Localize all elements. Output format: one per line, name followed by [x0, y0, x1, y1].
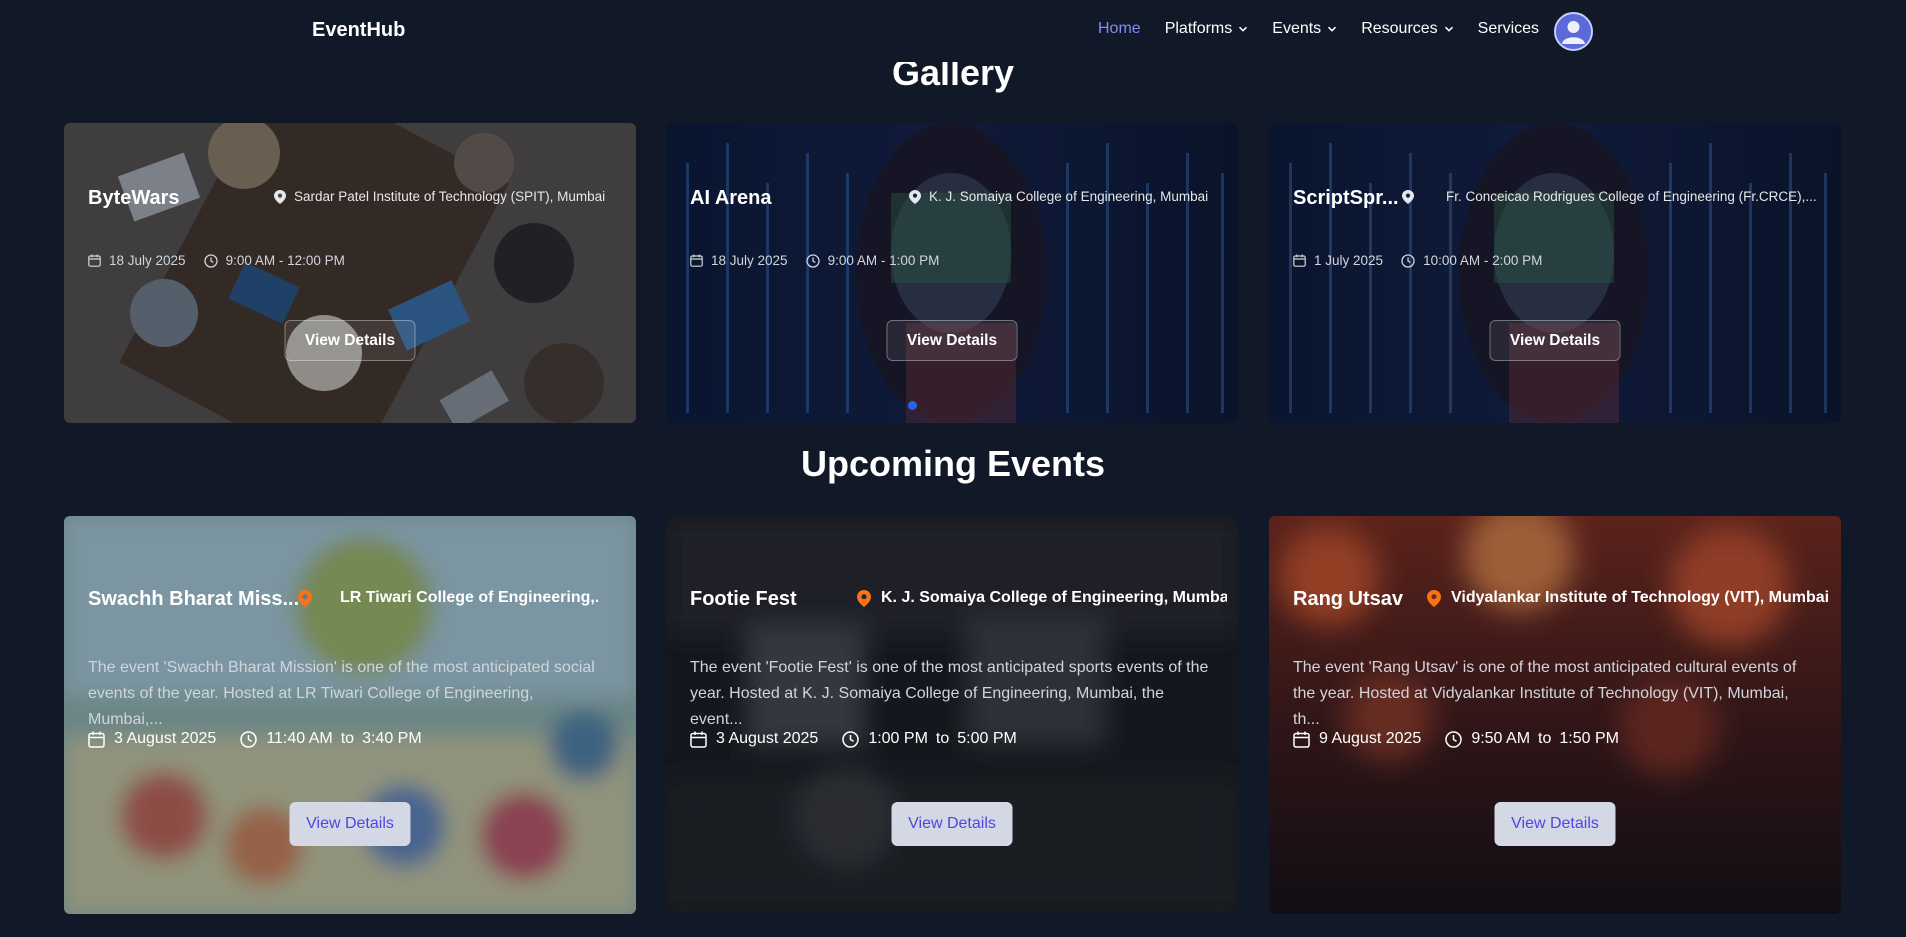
clock-icon — [1445, 730, 1463, 748]
nav-home-label: Home — [1098, 20, 1141, 37]
nav-services-label: Services — [1477, 20, 1540, 37]
gallery-card-meta: 18 July 2025 9:00 AM - 1:00 PM — [690, 253, 939, 268]
nav-services[interactable]: Services — [1478, 20, 1539, 38]
nav-links: Home Platforms Events Resources Services — [1098, 20, 1563, 38]
nav-platforms[interactable]: Platforms — [1165, 20, 1249, 38]
nav-events[interactable]: Events — [1272, 20, 1337, 38]
event-card-to: to — [1538, 730, 1552, 747]
event-card-end-time: 1:50 PM — [1559, 730, 1619, 747]
gallery-card-time: 9:00 AM - 1:00 PM — [827, 253, 940, 268]
event-card-description: The event 'Swachh Bharat Mission' is one… — [88, 659, 595, 728]
nav-resources[interactable]: Resources — [1361, 20, 1453, 38]
nav-home[interactable]: Home — [1098, 20, 1141, 38]
gallery-card-location: Sardar Patel Institute of Technology (SP… — [274, 189, 624, 204]
view-details-button[interactable]: View Details — [284, 320, 416, 361]
nav-events-label: Events — [1272, 20, 1322, 37]
gallery-card-time: 9:00 AM - 12:00 PM — [225, 253, 345, 268]
clock-icon — [1401, 253, 1415, 268]
gallery-card-location-text: K. J. Somaiya College of Engineering, Mu… — [929, 189, 1209, 204]
view-details-button[interactable]: View Details — [1489, 320, 1621, 361]
gallery-card-date: 1 July 2025 — [1314, 253, 1384, 268]
location-pin-icon — [298, 589, 312, 607]
event-card-location-text: Vidyalankar Institute of Technology (VIT… — [1451, 589, 1830, 606]
event-card-description: The event 'Rang Utsav' is one of the mos… — [1293, 659, 1797, 728]
event-card-location: K. J. Somaiya College of Engineering, Mu… — [857, 589, 1227, 607]
calendar-icon — [88, 254, 101, 267]
upcoming-title: Upcoming Events — [800, 443, 1106, 484]
gallery-card-overlay — [1269, 123, 1841, 423]
gallery-card: AI Arena K. J. Somaiya College of Engine… — [666, 123, 1238, 423]
event-card-meta: 3 August 2025 1:00 PM to 5:00 PM — [690, 730, 1017, 748]
clock-icon — [240, 730, 258, 748]
brand-logo[interactable]: EventHub — [312, 19, 405, 42]
event-card-to: to — [340, 730, 355, 747]
event-card-end-time: 5:00 PM — [957, 730, 1017, 747]
gallery-card: ScriptSpr... Fr. Conceicao Rodrigues Col… — [1269, 123, 1841, 423]
gallery-card-time: 10:00 AM - 2:00 PM — [1423, 253, 1543, 268]
event-card-date: 3 August 2025 — [716, 730, 819, 747]
chevron-down-icon — [1328, 26, 1337, 32]
view-details-button[interactable]: View Details — [886, 320, 1018, 361]
user-avatar-glyph — [1556, 14, 1591, 49]
event-card-location: LR Tiwari College of Engineering,... — [298, 589, 598, 607]
event-card: Footie Fest K. J. Somaiya College of Eng… — [666, 516, 1238, 914]
calendar-icon — [690, 731, 707, 748]
view-details-button[interactable]: View Details — [891, 802, 1013, 846]
gallery-card: ByteWars Sardar Patel Institute of Techn… — [64, 123, 636, 423]
event-card-start-time: 9:50 AM — [1471, 730, 1531, 747]
gallery-card-title: ByteWars — [88, 187, 180, 209]
gallery-card-overlay — [666, 123, 1238, 423]
event-card-end-time: 3:40 PM — [362, 730, 422, 747]
event-card-to: to — [935, 730, 950, 747]
event-card-meta: 3 August 2025 11:40 AM to 3:40 PM — [88, 730, 422, 748]
event-card-title: Rang Utsav — [1293, 588, 1404, 610]
gallery-card-location-text: Sardar Patel Institute of Technology (SP… — [294, 189, 606, 204]
event-card-location-text: LR Tiwari College of Engineering,... — [340, 589, 598, 606]
event-card-meta: 9 August 2025 9:50 AM to 1:50 PM — [1293, 730, 1619, 748]
calendar-icon — [1293, 731, 1310, 748]
gallery-card-title: ScriptSpr... — [1293, 187, 1399, 209]
clock-icon — [805, 253, 820, 268]
calendar-icon — [1293, 254, 1306, 267]
gallery-card-overlay — [64, 123, 636, 423]
event-card-start-time: 1:00 PM — [868, 730, 928, 747]
location-pin-icon — [1427, 589, 1441, 607]
gallery-card-meta: 1 July 2025 10:00 AM - 2:00 PM — [1293, 253, 1542, 268]
event-card-location-text: K. J. Somaiya College of Engineering, Mu… — [881, 589, 1227, 606]
carousel-dot[interactable] — [908, 401, 917, 410]
event-card: Swachh Bharat Miss... LR Tiwari College … — [64, 516, 636, 914]
view-details-button[interactable]: View Details — [289, 802, 411, 846]
view-details-button[interactable]: View Details — [1494, 802, 1616, 846]
event-card-location: Vidyalankar Institute of Technology (VIT… — [1427, 589, 1832, 607]
calendar-icon — [690, 254, 703, 267]
event-card-start-time: 11:40 AM — [266, 730, 333, 747]
gallery-card-title: AI Arena — [690, 187, 772, 209]
calendar-icon — [88, 731, 105, 748]
nav-platforms-label: Platforms — [1164, 20, 1233, 37]
location-pin-icon — [274, 189, 286, 204]
event-card-title: Footie Fest — [690, 588, 797, 610]
gallery-card-location: Fr. Conceicao Rodrigues College of Engin… — [1402, 189, 1827, 204]
clock-icon — [203, 253, 218, 268]
user-avatar-icon[interactable] — [1554, 12, 1593, 51]
event-card-title: Swachh Bharat Miss... — [88, 588, 300, 610]
gallery-card-meta: 18 July 2025 9:00 AM - 12:00 PM — [88, 253, 345, 268]
event-card: Rang Utsav Vidyalankar Institute of Tech… — [1269, 516, 1841, 914]
event-card-description: The event 'Footie Fest' is one of the mo… — [690, 659, 1209, 728]
chevron-down-icon — [1444, 26, 1453, 32]
event-card-date: 3 August 2025 — [114, 730, 217, 747]
gallery-card-location: K. J. Somaiya College of Engineering, Mu… — [909, 189, 1229, 204]
chevron-down-icon — [1239, 26, 1248, 32]
gallery-card-date: 18 July 2025 — [109, 253, 186, 268]
location-pin-icon — [909, 189, 921, 204]
navbar: EventHub Home Platforms Events Resources… — [0, 0, 1906, 62]
nav-resources-label: Resources — [1361, 20, 1438, 37]
location-pin-icon — [857, 589, 871, 607]
gallery-card-date: 18 July 2025 — [711, 253, 788, 268]
gallery-card-location-text: Fr. Conceicao Rodrigues College of Engin… — [1446, 189, 1817, 204]
event-card-date: 9 August 2025 — [1319, 730, 1422, 747]
location-pin-icon — [1402, 189, 1414, 204]
clock-icon — [842, 730, 860, 748]
